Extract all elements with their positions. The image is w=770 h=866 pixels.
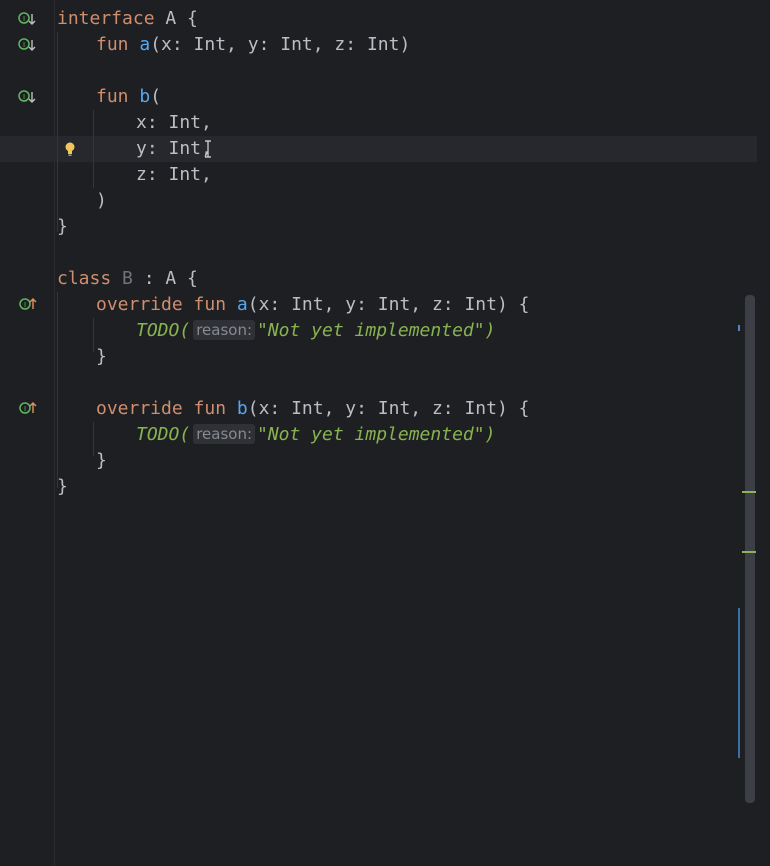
- indent-guide: [93, 110, 94, 188]
- keyword: override fun: [96, 398, 227, 419]
- scroll-marker: [742, 551, 756, 553]
- keyword: override fun: [96, 294, 227, 315]
- code-line-9[interactable]: }: [57, 214, 68, 240]
- indent-guide: [93, 318, 94, 352]
- code-line-13[interactable]: TODO(reason: "Not yet implemented"): [136, 318, 495, 344]
- overrides-up-icon[interactable]: I: [18, 296, 38, 312]
- code-text: (x: Int, y: Int, z: Int) {: [247, 294, 530, 315]
- code-text: (x: Int, y: Int, z: Int) {: [247, 398, 530, 419]
- implemented-down-icon[interactable]: I: [18, 89, 38, 105]
- code-line-16[interactable]: override fun b(x: Int, y: Int, z: Int) {: [96, 396, 530, 422]
- implemented-down-icon[interactable]: I: [18, 11, 38, 27]
- code-line-11[interactable]: class B : A {: [57, 266, 198, 292]
- svg-text:I: I: [23, 93, 25, 101]
- code-line-18[interactable]: }: [96, 448, 107, 474]
- code-line-14[interactable]: }: [96, 344, 107, 370]
- right-tool-strip: [757, 0, 770, 866]
- caret-line-highlight: [0, 136, 757, 162]
- keyword: class: [57, 268, 112, 289]
- code-text: A {: [154, 8, 198, 29]
- code-line-17[interactable]: TODO(reason: "Not yet implemented"): [136, 422, 495, 448]
- svg-text:I: I: [24, 405, 26, 413]
- keyword: fun: [96, 86, 129, 107]
- todo-call: TODO(: [136, 424, 191, 445]
- gutter: [0, 0, 55, 866]
- scroll-marker: [738, 325, 740, 331]
- indent-guide: [93, 422, 94, 456]
- code-text: : A {: [132, 268, 198, 289]
- code-line-8[interactable]: ): [96, 188, 107, 214]
- lightbulb-icon[interactable]: [64, 141, 76, 157]
- svg-text:I: I: [23, 15, 25, 23]
- class-name: B: [111, 268, 133, 289]
- string-literal: "Not yet implemented"): [257, 320, 496, 341]
- code-text: (: [150, 86, 162, 107]
- indent-guide: [57, 32, 58, 232]
- code-line-6[interactable]: y: Int,: [136, 136, 212, 162]
- implemented-down-icon[interactable]: I: [18, 37, 38, 53]
- parameter-hint: reason:: [193, 424, 255, 444]
- scroll-marker: [738, 608, 740, 758]
- svg-text:I: I: [24, 301, 26, 309]
- code-line-1[interactable]: interface A {: [57, 6, 198, 32]
- todo-call: TODO(: [136, 320, 191, 341]
- function-name: b: [236, 398, 248, 419]
- function-name: a: [236, 294, 248, 315]
- parameter-hint: reason:: [193, 320, 255, 340]
- scroll-marker: [742, 491, 756, 493]
- code-line-4[interactable]: fun b(: [96, 84, 161, 110]
- keyword: fun: [96, 34, 129, 55]
- code-line-7[interactable]: z: Int,: [136, 162, 212, 188]
- string-literal: "Not yet implemented"): [257, 424, 496, 445]
- code-line-19[interactable]: }: [57, 474, 68, 500]
- function-name: b: [139, 86, 151, 107]
- code-line-2[interactable]: fun a(x: Int, y: Int, z: Int): [96, 32, 410, 58]
- svg-text:I: I: [23, 41, 25, 49]
- function-name: a: [139, 34, 151, 55]
- code-text: (x: Int, y: Int, z: Int): [150, 34, 411, 55]
- overrides-up-icon[interactable]: I: [18, 400, 38, 416]
- keyword: interface: [57, 8, 155, 29]
- code-line-12[interactable]: override fun a(x: Int, y: Int, z: Int) {: [96, 292, 530, 318]
- vertical-scrollbar[interactable]: [745, 295, 755, 803]
- code-line-5[interactable]: x: Int,: [136, 110, 212, 136]
- indent-guide: [57, 292, 58, 488]
